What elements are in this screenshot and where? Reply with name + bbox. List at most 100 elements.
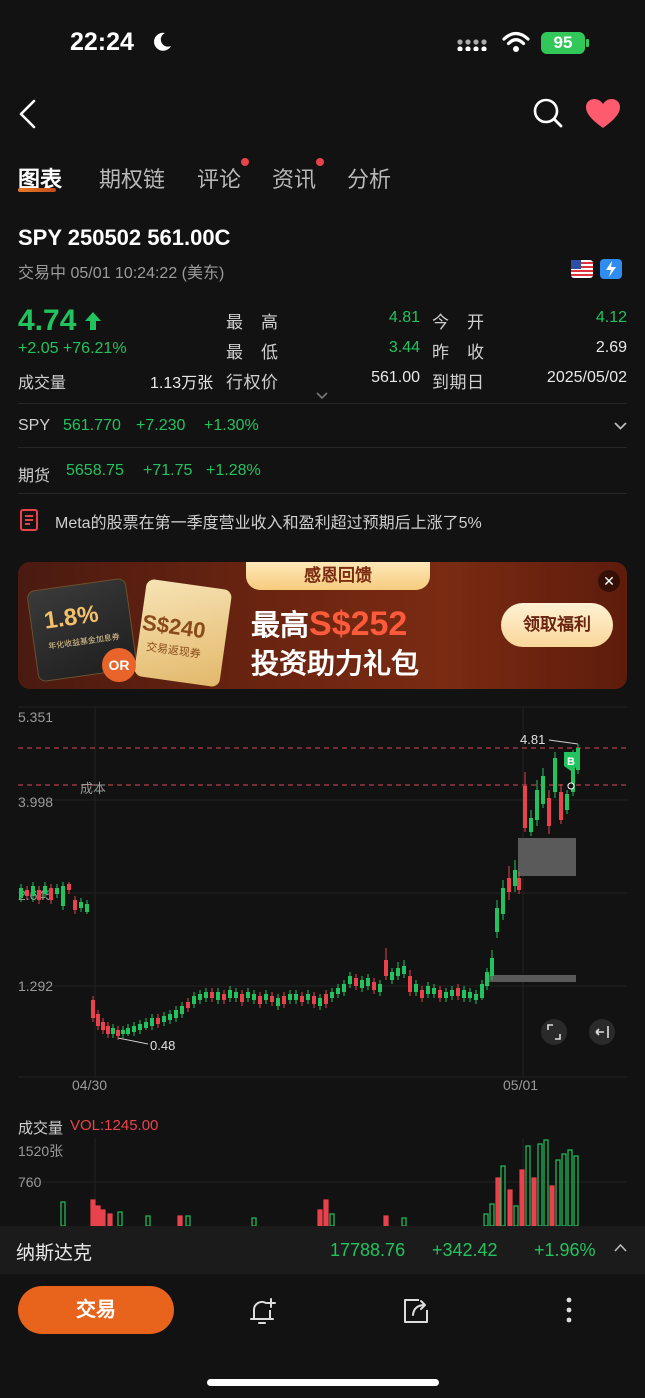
candle-body <box>264 994 268 1000</box>
high-label: 最 高 <box>226 313 279 332</box>
candle-body <box>366 978 370 986</box>
volume-bar <box>519 1169 525 1226</box>
chevron-down-icon[interactable] <box>614 422 627 430</box>
volume-label: 成交量 <box>18 375 67 392</box>
candle-body <box>19 888 23 898</box>
volume-bar <box>513 1205 519 1226</box>
volume-bar <box>489 1203 495 1226</box>
candle-body <box>156 1018 160 1024</box>
candle-body <box>324 994 328 1004</box>
close-banner-icon[interactable]: ✕ <box>598 570 620 592</box>
volume-bar <box>561 1153 567 1226</box>
candle-body <box>312 996 316 1004</box>
underlying-pct: +1.30% <box>204 417 259 434</box>
banner-title-prefix: 最高 <box>251 610 310 642</box>
candle-body <box>37 890 41 900</box>
candle-body <box>547 798 551 826</box>
candle-body <box>116 1030 120 1036</box>
index-name: 纳斯达克 <box>16 1243 93 1264</box>
trade-button[interactable]: 交易 <box>18 1286 174 1334</box>
option-symbol: SPY 250502 561.00C <box>18 225 231 250</box>
banner-subtitle: 投资助力礼包 <box>251 648 420 679</box>
tab-options-chain[interactable]: 期权链 <box>99 162 165 194</box>
candle-body <box>354 978 358 986</box>
banner-title: 最高S$252 <box>251 602 407 644</box>
candle-body <box>216 992 220 1000</box>
prev-close-value: 2.69 <box>595 339 627 356</box>
high-value: 4.81 <box>388 309 420 326</box>
chevron-up-icon[interactable] <box>614 1243 627 1252</box>
active-tab-indicator <box>18 188 56 192</box>
candle-body <box>495 908 499 932</box>
futures-change: +71.75 <box>143 462 193 479</box>
coupon-or-badge: OR <box>102 648 136 682</box>
volume-chart-title: 成交量 <box>18 1120 64 1137</box>
comments-unread-dot <box>241 158 249 166</box>
candle-body <box>49 888 53 900</box>
candle-body <box>55 888 59 894</box>
extended-hours-icon <box>600 259 622 279</box>
volume-bar <box>573 1155 579 1226</box>
trading-status: 交易中 05/01 10:24:22 (美东) <box>18 265 225 282</box>
cost-zone-box <box>518 838 576 876</box>
volume-bar <box>549 1185 555 1226</box>
volume-bar <box>495 1177 501 1226</box>
volume-bar <box>317 1209 323 1226</box>
banner-title-amount: S$252 <box>309 605 408 643</box>
volume-chart-value: VOL:1245.00 <box>70 1117 159 1134</box>
volume-bar <box>507 1189 513 1226</box>
claim-benefit-button[interactable]: 领取福利 <box>501 603 613 647</box>
candle-body <box>384 960 388 976</box>
candle-body <box>336 988 340 994</box>
candle-body <box>121 1030 125 1034</box>
candle-body <box>396 968 400 976</box>
expand-stats-chevron-icon[interactable] <box>316 392 328 400</box>
candle-body <box>507 878 511 892</box>
volume-bar <box>383 1215 389 1226</box>
cost-label: 成本 <box>80 781 106 796</box>
volume-bar <box>500 1165 506 1226</box>
divider <box>18 447 627 448</box>
news-headline[interactable]: Meta的股票在第一季度营业收入和盈利超过预期后上涨了5% <box>55 509 482 533</box>
candle-body <box>246 992 250 998</box>
tab-analysis[interactable]: 分析 <box>347 162 391 194</box>
candle-body <box>480 984 484 998</box>
underlying-label[interactable]: SPY <box>18 417 50 435</box>
low-marker-leader <box>117 1037 149 1045</box>
candle-body <box>174 1010 178 1018</box>
favorite-heart-icon[interactable] <box>585 98 621 130</box>
high-marker-leader <box>548 739 579 745</box>
more-options-icon[interactable] <box>564 1296 574 1326</box>
candle-body <box>91 1000 95 1018</box>
battery-level: 95 <box>541 32 585 54</box>
expiry-label: 到期日 <box>432 373 485 392</box>
share-icon[interactable] <box>401 1296 431 1326</box>
tab-news[interactable]: 资讯 <box>272 162 316 194</box>
candle-body <box>132 1026 136 1032</box>
candle-body <box>408 976 412 992</box>
volume-bar <box>483 1213 489 1226</box>
battery-tip <box>586 39 589 47</box>
strike-label: 行权价 <box>226 373 279 392</box>
fullscreen-icon[interactable] <box>541 1019 567 1045</box>
cost-zone-box <box>488 975 576 982</box>
candle-body <box>96 1014 100 1026</box>
back-arrow-icon[interactable] <box>16 98 40 130</box>
volume-bar <box>107 1213 113 1226</box>
volume-bar <box>100 1209 106 1226</box>
candle-body <box>523 786 527 828</box>
reset-chart-icon[interactable] <box>589 1019 615 1045</box>
volume-bars <box>60 1139 579 1226</box>
divider <box>18 493 627 494</box>
y-tick-label: 3.998 <box>18 794 53 810</box>
search-icon[interactable] <box>531 96 565 130</box>
price-alert-bell-icon[interactable] <box>247 1296 279 1328</box>
candlestick-chart[interactable]: 5.351 3.998 2.645 1.292 04/30 05/01 成本 4… <box>0 700 645 1090</box>
candle-body <box>31 886 35 896</box>
candle-body <box>222 994 226 1000</box>
candle-body <box>318 998 322 1006</box>
status-time: 22:24 <box>70 28 134 56</box>
futures-price: 5658.75 <box>66 462 124 479</box>
volume-bar <box>95 1205 101 1226</box>
tab-comments[interactable]: 评论 <box>197 162 241 194</box>
